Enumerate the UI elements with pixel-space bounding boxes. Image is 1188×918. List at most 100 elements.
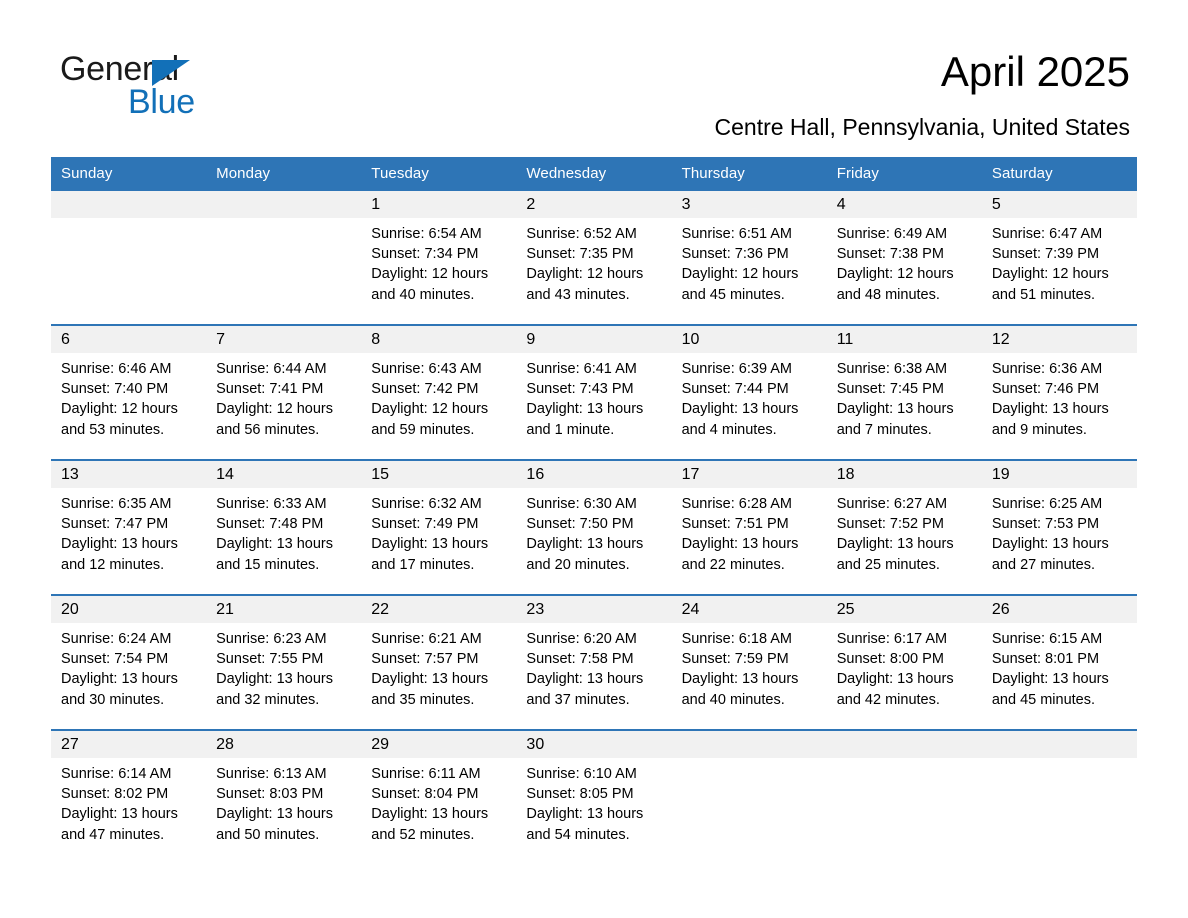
daylight-text: Daylight: 12 hours and 45 minutes. — [681, 266, 799, 303]
calendar-day-cell[interactable]: 21 Sunrise: 6:23 AM Sunset: 7:55 PM Dayligh… — [206, 594, 362, 730]
calendar-week-row: 13 Sunrise: 6:35 AM Sunset: 7:47 PM Dayligh… — [51, 459, 1137, 595]
day-details: Sunrise: 6:54 AM Sunset: 7:34 PM Daylight:… — [361, 218, 516, 305]
day-number: 9 — [516, 326, 672, 353]
calendar-day-cell[interactable]: 8 Sunrise: 6:43 AM Sunset: 7:42 PM Daylight… — [361, 324, 517, 460]
calendar-day-cell[interactable]: 23 Sunrise: 6:20 AM Sunset: 7:58 PM Dayligh… — [516, 594, 672, 730]
calendar-day-cell[interactable]: 15 Sunrise: 6:32 AM Sunset: 7:49 PM Dayligh… — [361, 459, 517, 595]
calendar-day-cell[interactable]: 19 Sunrise: 6:25 AM Sunset: 7:53 PM Dayligh… — [981, 459, 1137, 595]
sunrise-text: Sunrise: 6:10 AM — [526, 766, 637, 782]
calendar-week-row: 6 Sunrise: 6:46 AM Sunset: 7:40 PM Daylight… — [51, 324, 1137, 460]
calendar-day-cell[interactable]: 14 Sunrise: 6:33 AM Sunset: 7:48 PM Dayligh… — [206, 459, 362, 595]
sunset-text: Sunset: 7:59 PM — [681, 651, 789, 668]
day-number: 10 — [671, 326, 827, 353]
sunset-text: Sunset: 7:41 PM — [216, 381, 324, 398]
calendar-day-cell[interactable]: 1 Sunrise: 6:54 AM Sunset: 7:34 PM Daylight… — [361, 191, 517, 325]
day-cell-content: 12 Sunrise: 6:36 AM Sunset: 7:46 PM Dayligh… — [981, 326, 1137, 459]
sunrise-text: Sunrise: 6:38 AM — [836, 361, 948, 377]
day-cell-content: 2 Sunrise: 6:52 AM Sunset: 7:35 PM Daylight… — [516, 191, 672, 324]
day-number: 4 — [826, 191, 982, 218]
day-cell-content: 21 Sunrise: 6:23 AM Sunset: 7:55 PM Dayligh… — [206, 596, 362, 729]
daylight-text: Daylight: 12 hours and 59 minutes. — [371, 401, 489, 438]
sunset-text: Sunset: 7:54 PM — [61, 651, 169, 668]
calendar-day-cell[interactable]: 7 Sunrise: 6:44 AM Sunset: 7:41 PM Daylight… — [206, 324, 362, 460]
calendar-day-cell[interactable]: 17 Sunrise: 6:28 AM Sunset: 7:51 PM Dayligh… — [671, 459, 827, 595]
day-number: 27 — [51, 731, 207, 758]
day-cell-content — [826, 731, 982, 864]
calendar-day-cell[interactable]: 16 Sunrise: 6:30 AM Sunset: 7:50 PM Dayligh… — [516, 459, 672, 595]
sunset-text: Sunset: 7:52 PM — [836, 516, 944, 533]
page-subtitle: Centre Hall, Pennsylvania, United States — [714, 114, 1131, 140]
calendar-day-cell[interactable]: 29 Sunrise: 6:11 AM Sunset: 8:04 PM Dayligh… — [361, 729, 517, 864]
calendar-day-cell[interactable]: 18 Sunrise: 6:27 AM Sunset: 7:52 PM Dayligh… — [826, 459, 982, 595]
calendar-day-cell[interactable]: 24 Sunrise: 6:18 AM Sunset: 7:59 PM Dayligh… — [671, 594, 827, 730]
calendar-day-cell[interactable]: 13 Sunrise: 6:35 AM Sunset: 7:47 PM Dayligh… — [51, 459, 207, 595]
day-number: 16 — [516, 461, 672, 488]
calendar-day-cell[interactable]: 28 Sunrise: 6:13 AM Sunset: 8:03 PM Dayligh… — [206, 729, 362, 864]
day-cell-content: 13 Sunrise: 6:35 AM Sunset: 7:47 PM Dayligh… — [51, 461, 207, 594]
day-number: 2 — [516, 191, 672, 218]
sunrise-text: Sunrise: 6:25 AM — [991, 496, 1103, 512]
sunset-text: Sunset: 7:42 PM — [371, 381, 479, 398]
sunrise-text: Sunrise: 6:52 AM — [526, 226, 637, 242]
calendar-day-cell[interactable]: 25 Sunrise: 6:17 AM Sunset: 8:00 PM Dayligh… — [826, 594, 982, 730]
daylight-text: Daylight: 13 hours and 54 minutes. — [526, 806, 644, 843]
day-number: 1 — [361, 191, 517, 218]
calendar-day-cell[interactable]: 9 Sunrise: 6:41 AM Sunset: 7:43 PM Daylight… — [516, 324, 672, 460]
day-cell-content: 10 Sunrise: 6:39 AM Sunset: 7:44 PM Dayligh… — [671, 326, 827, 459]
calendar-day-cell[interactable]: 2 Sunrise: 6:52 AM Sunset: 7:35 PM Daylight… — [516, 191, 672, 325]
calendar-day-cell[interactable]: 3 Sunrise: 6:51 AM Sunset: 7:36 PM Daylight… — [671, 191, 827, 325]
calendar-day-cell[interactable]: 22 Sunrise: 6:21 AM Sunset: 7:57 PM Dayligh… — [361, 594, 517, 730]
day-details: Sunrise: 6:49 AM Sunset: 7:38 PM Daylight:… — [827, 218, 982, 305]
calendar-week-row: 27 Sunrise: 6:14 AM Sunset: 8:02 PM Dayligh… — [51, 729, 1137, 864]
calendar-day-cell[interactable]: 30 Sunrise: 6:10 AM Sunset: 8:05 PM Dayligh… — [516, 729, 672, 864]
day-cell-content: 19 Sunrise: 6:25 AM Sunset: 7:53 PM Dayligh… — [981, 461, 1137, 594]
sunset-text: Sunset: 7:43 PM — [526, 381, 634, 398]
day-details: Sunrise: 6:15 AM Sunset: 8:01 PM Daylight:… — [982, 623, 1137, 710]
calendar-header-row: Sunday Monday Tuesday Wednesday Thursday… — [51, 157, 1137, 191]
calendar-grid: Sunday Monday Tuesday Wednesday Thursday… — [51, 157, 1137, 864]
sunrise-text: Sunrise: 6:41 AM — [526, 361, 637, 377]
calendar-day-cell[interactable]: 26 Sunrise: 6:15 AM Sunset: 8:01 PM Dayligh… — [981, 594, 1137, 730]
day-details: Sunrise: 6:33 AM Sunset: 7:48 PM Daylight:… — [206, 488, 361, 575]
sunrise-text: Sunrise: 6:49 AM — [836, 226, 948, 242]
day-details: Sunrise: 6:25 AM Sunset: 7:53 PM Daylight:… — [982, 488, 1137, 575]
weekday-header-sunday: Sunday — [51, 157, 207, 191]
page-header: General Blue April 2025 Centre Hall, Pen… — [0, 0, 1188, 155]
sunrise-text: Sunrise: 6:18 AM — [681, 631, 792, 647]
sunset-text: Sunset: 8:02 PM — [61, 786, 169, 803]
day-number: 18 — [826, 461, 982, 488]
sunrise-text: Sunrise: 6:44 AM — [216, 361, 327, 377]
calendar-day-cell[interactable]: 11 Sunrise: 6:38 AM Sunset: 7:45 PM Dayligh… — [826, 324, 982, 460]
calendar-day-cell[interactable]: 10 Sunrise: 6:39 AM Sunset: 7:44 PM Dayligh… — [671, 324, 827, 460]
day-details: Sunrise: 6:20 AM Sunset: 7:58 PM Daylight:… — [516, 623, 671, 710]
daylight-text: Daylight: 13 hours and 27 minutes. — [991, 536, 1109, 573]
day-number: 30 — [516, 731, 672, 758]
day-cell-content: 11 Sunrise: 6:38 AM Sunset: 7:45 PM Dayligh… — [826, 326, 982, 459]
day-cell-content: 18 Sunrise: 6:27 AM Sunset: 7:52 PM Dayligh… — [826, 461, 982, 594]
day-details: Sunrise: 6:36 AM Sunset: 7:46 PM Daylight:… — [982, 353, 1137, 440]
daylight-text: Daylight: 13 hours and 9 minutes. — [991, 401, 1109, 438]
page-title: April 2025 — [940, 48, 1130, 95]
day-details: Sunrise: 6:10 AM Sunset: 8:05 PM Daylight:… — [516, 758, 671, 845]
calendar-day-cell[interactable]: 12 Sunrise: 6:36 AM Sunset: 7:46 PM Dayligh… — [981, 324, 1137, 460]
sunrise-text: Sunrise: 6:39 AM — [681, 361, 792, 377]
daylight-text: Daylight: 13 hours and 40 minutes. — [681, 671, 799, 708]
day-details: Sunrise: 6:11 AM Sunset: 8:04 PM Daylight:… — [361, 758, 516, 845]
calendar-day-cell[interactable]: 27 Sunrise: 6:14 AM Sunset: 8:02 PM Dayligh… — [51, 729, 207, 864]
day-cell-content — [671, 731, 827, 864]
calendar-day-cell[interactable]: 6 Sunrise: 6:46 AM Sunset: 7:40 PM Daylight… — [51, 324, 207, 460]
calendar-day-cell[interactable]: 5 Sunrise: 6:47 AM Sunset: 7:39 PM Daylight… — [981, 191, 1137, 325]
sunset-text: Sunset: 8:03 PM — [216, 786, 324, 803]
day-cell-content: 29 Sunrise: 6:11 AM Sunset: 8:04 PM Dayligh… — [361, 731, 517, 864]
general-blue-logo[interactable]: General Blue — [60, 52, 320, 124]
day-details: Sunrise: 6:41 AM Sunset: 7:43 PM Daylight:… — [516, 353, 671, 440]
day-number — [206, 191, 362, 218]
day-number — [51, 191, 207, 218]
day-number: 11 — [826, 326, 982, 353]
day-details: Sunrise: 6:38 AM Sunset: 7:45 PM Daylight:… — [827, 353, 982, 440]
sunrise-text: Sunrise: 6:11 AM — [371, 766, 481, 782]
sunrise-text: Sunrise: 6:30 AM — [526, 496, 637, 512]
day-number — [981, 731, 1137, 758]
calendar-day-cell[interactable]: 20 Sunrise: 6:24 AM Sunset: 7:54 PM Dayligh… — [51, 594, 207, 730]
calendar-day-cell[interactable]: 4 Sunrise: 6:49 AM Sunset: 7:38 PM Daylight… — [826, 191, 982, 325]
